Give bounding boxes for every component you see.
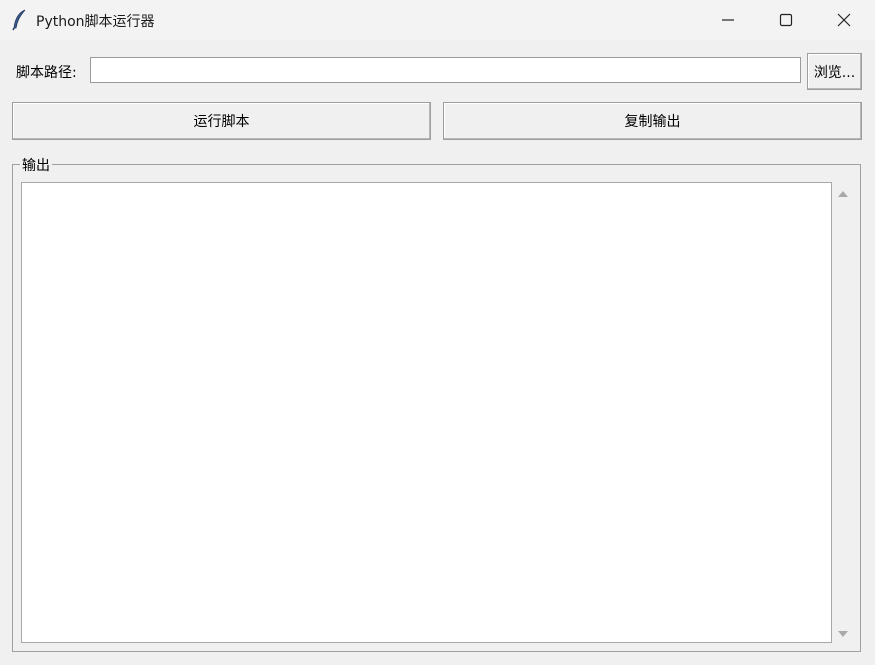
window-title: Python脚本运行器	[36, 14, 155, 30]
output-textarea[interactable]	[21, 182, 832, 643]
maximize-icon	[779, 13, 793, 27]
output-scrollbar[interactable]	[834, 182, 852, 643]
maximize-button[interactable]	[757, 0, 815, 40]
copy-output-button[interactable]: 复制输出	[443, 102, 862, 140]
scroll-up-arrow-icon[interactable]	[838, 190, 848, 198]
script-path-input[interactable]	[90, 57, 801, 83]
close-icon	[837, 13, 851, 27]
minimize-button[interactable]	[699, 0, 757, 40]
script-path-label: 脚本路径:	[16, 65, 77, 81]
close-button[interactable]	[815, 0, 873, 40]
feather-icon	[11, 9, 29, 31]
output-legend: 输出	[20, 155, 52, 175]
run-script-button[interactable]: 运行脚本	[12, 102, 431, 140]
minimize-icon	[722, 19, 734, 21]
title-bar[interactable]: Python脚本运行器	[0, 0, 875, 40]
scroll-down-arrow-icon[interactable]	[838, 630, 848, 638]
browse-button[interactable]: 浏览...	[807, 53, 862, 90]
